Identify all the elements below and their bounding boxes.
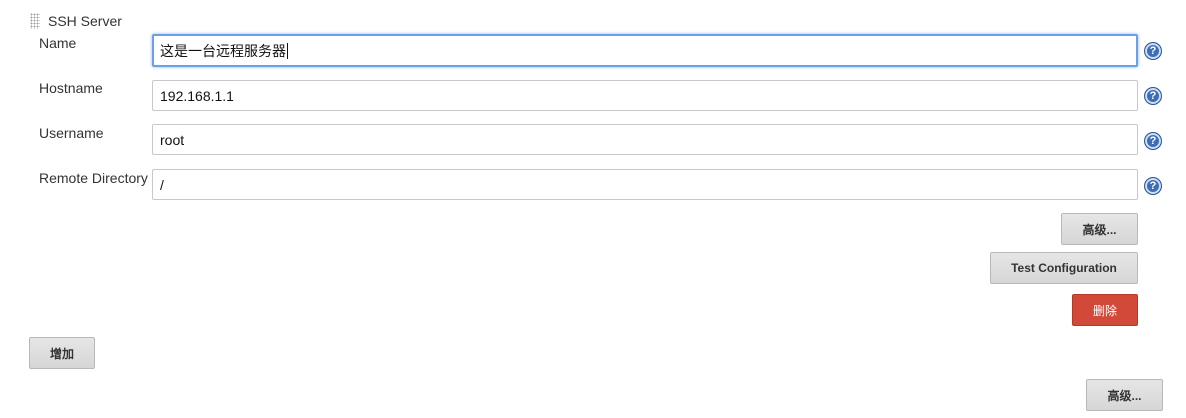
- hostname-input[interactable]: 192.168.1.1: [152, 80, 1138, 111]
- section-header: SSH Server: [30, 12, 122, 30]
- remote-directory-input[interactable]: /: [152, 169, 1138, 200]
- section-title: SSH Server: [48, 13, 122, 29]
- username-input-value: root: [160, 131, 185, 148]
- username-input[interactable]: root: [152, 124, 1138, 155]
- hostname-input-value: 192.168.1.1: [160, 87, 234, 104]
- help-icon[interactable]: ?: [1144, 87, 1162, 105]
- advanced-outer-button[interactable]: 高级...: [1086, 379, 1163, 411]
- name-input[interactable]: 这是一台远程服务器: [152, 34, 1138, 67]
- name-label: Name: [39, 35, 77, 51]
- help-icon[interactable]: ?: [1144, 42, 1162, 60]
- test-configuration-button[interactable]: Test Configuration: [990, 252, 1138, 284]
- remote-directory-label: Remote Directory: [39, 170, 148, 186]
- help-icon[interactable]: ?: [1144, 132, 1162, 150]
- name-input-value: 这是一台远程服务器: [160, 42, 286, 59]
- text-caret: [287, 42, 288, 59]
- delete-button[interactable]: 删除: [1072, 294, 1138, 326]
- username-label: Username: [39, 125, 104, 141]
- advanced-button[interactable]: 高级...: [1061, 213, 1138, 245]
- help-icon[interactable]: ?: [1144, 177, 1162, 195]
- hostname-label: Hostname: [39, 80, 103, 96]
- ssh-server-config-page: SSH Server Name 这是一台远程服务器 ? Hostname 192…: [0, 0, 1186, 418]
- remote-directory-input-value: /: [160, 176, 164, 193]
- add-button[interactable]: 增加: [29, 337, 95, 369]
- drag-handle-icon[interactable]: [30, 13, 40, 29]
